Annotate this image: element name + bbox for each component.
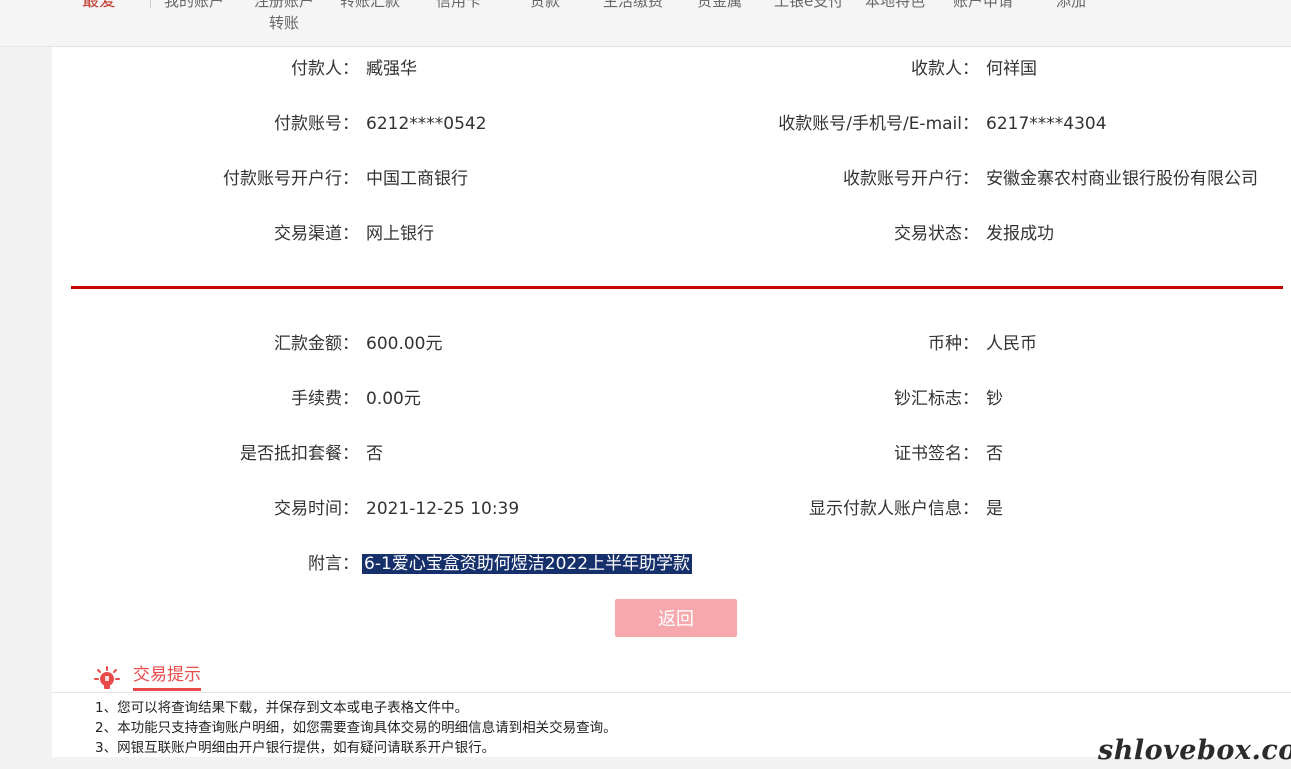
payer-account-label: 付款账号： (274, 114, 359, 134)
tip-line-1: 1、您可以将查询结果下载，并保存到文本或电子表格文件中。 (95, 700, 469, 716)
payer-account-value: 6212****0542 (366, 114, 487, 134)
package-value: 否 (366, 444, 383, 464)
amount-label: 汇款金额： (274, 334, 359, 354)
time-value: 2021-12-25 10:39 (366, 499, 520, 519)
remark-value: 6-1爱心宝盒资助何煜洁2022上半年助学款 (362, 552, 693, 576)
fee-value: 0.00元 (366, 389, 421, 409)
payer-label: 付款人： (291, 59, 359, 79)
payee-value: 何祥国 (986, 59, 1037, 79)
payee-account-value: 6217****4304 (986, 114, 1107, 134)
currency-value: 人民币 (986, 334, 1037, 354)
package-label: 是否抵扣套餐： (240, 444, 359, 464)
payer-bank-value: 中国工商银行 (366, 169, 468, 189)
back-button[interactable]: 返回 (615, 599, 737, 637)
nav-item-loan[interactable]: 贷款 (530, 0, 560, 12)
nav-item-credit-card[interactable]: 信用卡 (436, 0, 481, 12)
status-label: 交易状态： (894, 224, 979, 244)
remark-label: 附言： (308, 554, 359, 574)
nav-item-transfer[interactable]: 转账汇款 (340, 0, 400, 12)
payee-bank-label: 收款账号开户行： (843, 169, 979, 189)
nav-item-add[interactable]: 添加 (1056, 0, 1086, 12)
lightbulb-icon (94, 666, 120, 689)
nav-item-e-pay[interactable]: 工银e支付 (774, 0, 843, 12)
fee-label: 手续费： (291, 389, 359, 409)
nav-item-registered-transfer[interactable]: 注册账户转账 (252, 0, 316, 34)
amount-value: 600.00元 (366, 334, 443, 354)
status-value: 发报成功 (986, 224, 1054, 244)
nav-separator (150, 0, 151, 8)
channel-value: 网上银行 (366, 224, 434, 244)
remark-selected-text[interactable]: 6-1爱心宝盒资助何煜洁2022上半年助学款 (362, 554, 693, 574)
tip-line-2: 2、本功能只支持查询账户明细，如您需要查询具体交易的明细信息请到相关交易查询。 (95, 720, 617, 736)
nav-item-my-account[interactable]: 我的账户 (164, 0, 224, 12)
tips-divider (52, 692, 1291, 693)
tips-title: 交易提示 (133, 664, 201, 691)
section-divider (71, 286, 1283, 289)
nav-item-account-apply[interactable]: 账户申请 (953, 0, 1013, 12)
cash-flag-label: 钞汇标志： (894, 389, 979, 409)
top-navigation: 最爱 我的账户 注册账户转账 转账汇款 信用卡 贷款 生活缴费 贵金属 工银e支… (0, 0, 1291, 47)
payee-label: 收款人： (911, 59, 979, 79)
watermark: shlovebox.com (1098, 735, 1291, 766)
nav-item-bill-payment[interactable]: 生活缴费 (603, 0, 663, 12)
payer-value: 臧强华 (366, 59, 417, 79)
payer-bank-label: 付款账号开户行： (223, 169, 359, 189)
tip-line-3: 3、网银互联账户明细由开户银行提供，如有疑问请联系开户银行。 (95, 740, 496, 756)
cash-flag-value: 钞 (986, 389, 1003, 409)
show-payer-label: 显示付款人账户信息： (809, 499, 979, 519)
nav-item-precious-metal[interactable]: 贵金属 (697, 0, 742, 12)
detail-panel (52, 47, 1291, 757)
currency-label: 币种： (928, 334, 979, 354)
payee-account-label: 收款账号/手机号/E-mail： (778, 114, 979, 134)
nav-item-favorites[interactable]: 最爱 (82, 0, 116, 12)
channel-label: 交易渠道： (274, 224, 359, 244)
show-payer-value: 是 (986, 499, 1003, 519)
time-label: 交易时间： (274, 499, 359, 519)
cert-value: 否 (986, 444, 1003, 464)
nav-item-local[interactable]: 本地特色 (865, 0, 925, 12)
cert-label: 证书签名： (894, 444, 979, 464)
payee-bank-value: 安徽金寨农村商业银行股份有限公司 (986, 169, 1258, 189)
